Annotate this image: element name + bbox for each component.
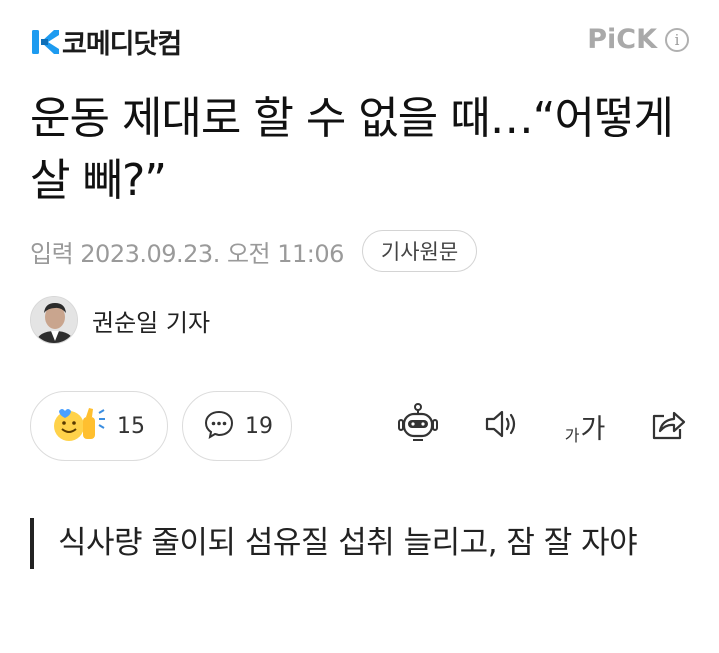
original-article-button[interactable]: 기사원문 — [361, 230, 478, 272]
article-meta: 입력 2023.09.23. 오전 11:06 기사원문 — [30, 230, 478, 272]
reaction-emoji-icon — [51, 403, 107, 449]
app-header: 코메디닷컴 PiCK i — [0, 0, 719, 80]
reaction-button[interactable]: 15 — [30, 391, 168, 461]
robot-summary-icon — [396, 402, 440, 450]
action-bar: 15 19 — [30, 390, 292, 462]
robot-summary-button[interactable] — [396, 400, 440, 452]
reaction-count: 15 — [117, 413, 145, 439]
pick-label: PiCK — [587, 24, 657, 55]
share-button[interactable] — [646, 400, 690, 452]
logo-k-icon — [30, 24, 60, 60]
logo-text: 코메디닷컴 — [62, 29, 182, 60]
publish-date: 입력 2023.09.23. 오전 11:06 — [30, 239, 344, 268]
font-size-icon: 가 가 — [565, 407, 606, 446]
font-size-button[interactable]: 가 가 — [560, 400, 610, 452]
comment-button[interactable]: 19 — [182, 391, 292, 461]
article-headline: 운동 제대로 할 수 없을 때…“어떻게 살 빼?” — [30, 93, 674, 206]
author-avatar — [30, 296, 78, 344]
share-icon — [648, 404, 688, 448]
font-size-small-label: 가 — [564, 425, 580, 445]
info-icon[interactable]: i — [665, 27, 689, 52]
subheadline-text: 식사량 줄이되 섬유질 섭취 늘리고, 잠 잘 자야 — [58, 525, 638, 561]
pick-badge[interactable]: PiCK i — [587, 24, 689, 55]
speaker-icon — [482, 404, 522, 448]
author-info[interactable]: 권순일 기자 — [30, 296, 210, 344]
author-name: 권순일 기자 — [92, 308, 211, 337]
article-subheadline: 식사량 줄이되 섬유질 섭취 늘리고, 잠 잘 자야 — [30, 518, 690, 569]
text-to-speech-button[interactable] — [480, 400, 524, 452]
comment-icon — [203, 408, 235, 444]
site-logo[interactable]: 코메디닷컴 — [30, 22, 182, 61]
font-size-large-label: 가 — [580, 413, 606, 445]
comment-count: 19 — [245, 413, 273, 439]
